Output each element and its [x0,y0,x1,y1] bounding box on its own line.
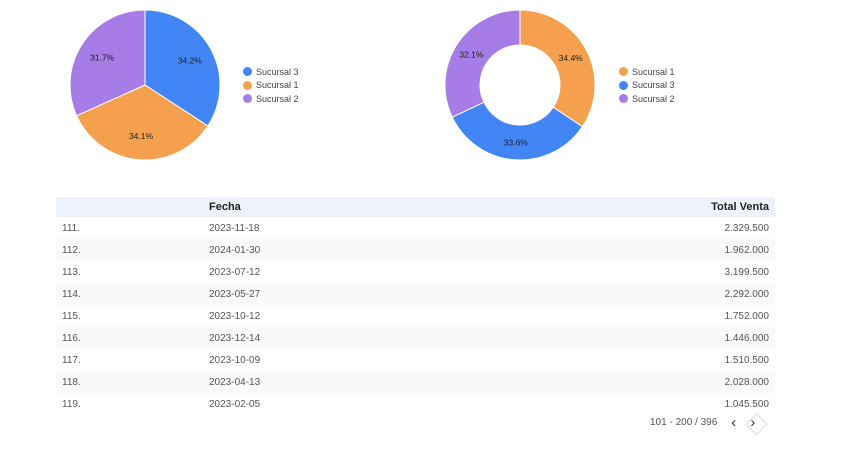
legend-item[interactable]: Sucursal 3 [243,65,299,79]
row-index: 112. [56,239,203,261]
total-venta-cell: 3.199.500 [724,266,770,278]
row-index: 119. [62,398,81,410]
legend-pie: Sucursal 3 Sucursal 1 Sucursal 2 [243,65,299,106]
legend-dot-icon [243,94,252,104]
table-row: 114. 2023-05-27 2.292.000 [56,283,775,305]
slice-sucursal-2[interactable] [444,9,521,118]
slice-sucursal-1[interactable] [519,9,596,128]
platzi-watermark: ◇ [745,406,769,439]
total-venta-cell: 2.329.500 [724,222,770,234]
fecha-cell: 2023-10-09 [209,354,261,366]
total-venta-cell: 1.510.500 [724,354,770,366]
row-index: 116. [56,327,203,349]
fecha-cell: 2023-04-13 [203,371,475,393]
table-row: 115. 2023-10-12 1.752.000 [56,305,775,327]
slice-label: 31.7% [90,52,115,62]
legend-dot-icon [243,67,252,77]
slice-label: 33.6% [504,137,529,147]
legend-dot-icon [243,80,252,90]
slice-label: 32.1% [459,49,484,59]
slice-label: 34.4% [559,53,584,63]
row-index: 114. [56,283,203,305]
total-venta-cell: 2.292.000 [474,283,775,305]
total-venta-cell: 1.962.000 [474,239,775,261]
total-venta-cell: 1.446.000 [474,327,775,349]
table-row: 119. 2023-02-05 1.045.500 [56,393,775,415]
legend-dot-icon [619,80,628,90]
fecha-cell: 2023-10-12 [209,310,261,322]
row-index: 115. [62,310,81,322]
fecha-cell: 2023-07-12 [209,266,261,278]
header-index [56,197,203,217]
row-index: 117. [62,354,81,366]
table-row: 112. 2024-01-30 1.962.000 [56,239,775,261]
total-venta-cell: 1.752.000 [724,310,770,322]
legend-label: Sucursal 2 [632,93,675,104]
legend-item[interactable]: Sucursal 2 [619,92,675,106]
header-total-venta[interactable]: Total Venta [474,197,775,217]
pagination: 101 - 200 / 396 ‹ › [650,414,755,431]
legend-label: Sucursal 2 [256,93,299,104]
table-row: 117. 2023-10-09 1.510.500 [56,349,775,371]
total-venta-cell: 1.045.500 [724,398,770,410]
table-row: 111. 2023-11-18 2.329.500 [56,217,775,239]
legend-label: Sucursal 3 [256,66,299,77]
row-index: 118. [56,371,203,393]
row-index: 111. [62,222,80,234]
fecha-cell: 2023-05-27 [203,283,475,305]
legend-dot-icon [619,94,628,104]
total-venta-cell: 2.028.000 [474,371,775,393]
fecha-cell: 2023-11-18 [209,222,260,234]
legend-item[interactable]: Sucursal 2 [243,92,299,106]
legend-label: Sucursal 1 [632,66,675,77]
table-row: 116. 2023-12-14 1.446.000 [56,327,775,349]
legend-item[interactable]: Sucursal 3 [619,79,675,93]
prev-page-button[interactable]: ‹ [731,414,736,431]
row-index: 113. [62,266,81,278]
sales-table: Fecha Total Venta 111. 2023-11-18 2.329.50… [56,197,775,415]
legend-item[interactable]: Sucursal 1 [243,79,299,93]
page-range: 101 - 200 / 396 [650,417,718,428]
legend-label: Sucursal 1 [256,80,299,91]
table-header: Fecha Total Venta [56,197,775,217]
fecha-cell: 2024-01-30 [203,239,475,261]
table-row: 113. 2023-07-12 3.199.500 [56,261,775,283]
slice-label: 34.1% [129,131,154,141]
pie-charts: 34.2% 34.1% 31.7% 34.4% 33.6% 32.1% [69,9,596,161]
header-fecha[interactable]: Fecha [203,197,475,217]
fecha-cell: 2023-02-05 [209,398,261,410]
legend-label: Sucursal 3 [632,80,675,91]
slice-label: 34.2% [178,56,203,66]
legend-dot-icon [619,67,628,77]
legend-item[interactable]: Sucursal 1 [619,65,675,79]
legend-donut: Sucursal 1 Sucursal 3 Sucursal 2 [619,65,675,106]
table-row: 118. 2023-04-13 2.028.000 [56,371,775,393]
fecha-cell: 2023-12-14 [203,327,475,349]
